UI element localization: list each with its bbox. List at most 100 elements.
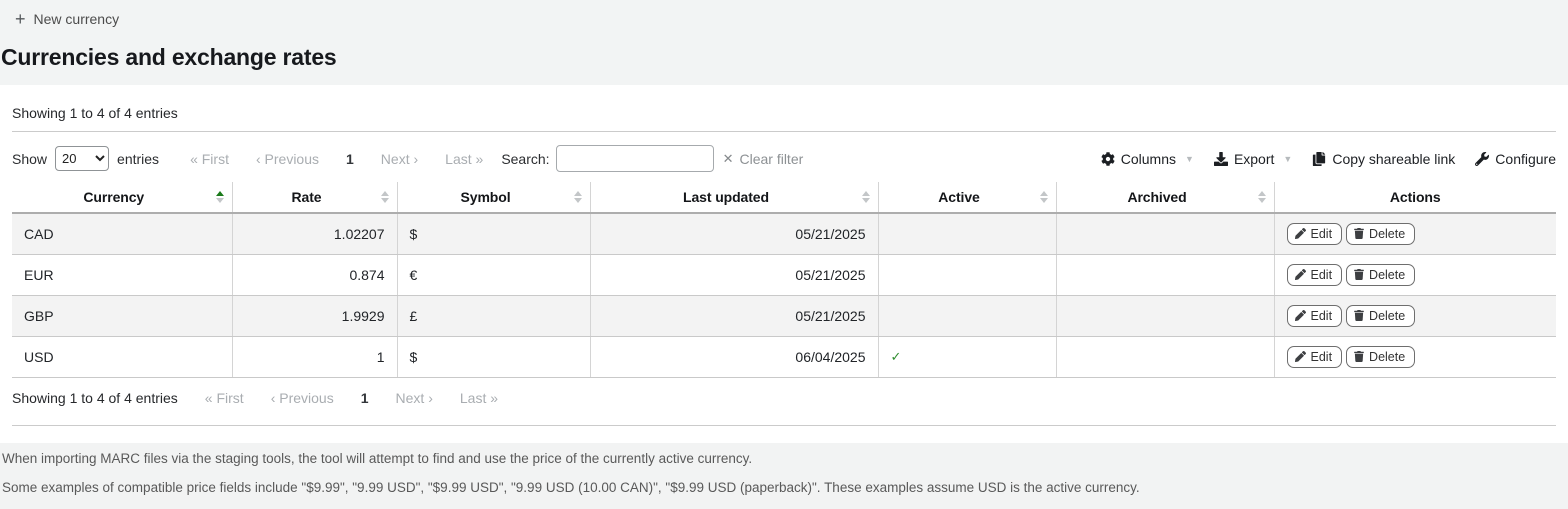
chevron-left-icon: ‹: [256, 151, 261, 167]
column-header-archived[interactable]: Archived: [1056, 182, 1274, 213]
actions-cell: Edit Delete: [1274, 254, 1556, 295]
table-row-eur: EUR 0.874 € 05/21/2025 EditDelete: [12, 254, 1556, 295]
sort-icon[interactable]: [1258, 191, 1266, 203]
table-controls: Show 20 entries « First ‹ Previous 1 Nex…: [0, 132, 1568, 182]
column-header-symbol[interactable]: Symbol: [397, 182, 590, 213]
configure-button[interactable]: Configure: [1475, 151, 1556, 167]
edit-label: Edit: [1311, 268, 1333, 282]
copy-shareable-link-button[interactable]: Copy shareable link: [1312, 151, 1455, 167]
pagination-next-button[interactable]: Next ›: [381, 151, 418, 167]
page-footer-note: When importing MARC files via the stagin…: [0, 443, 1568, 509]
pagination-current-page[interactable]: 1: [361, 390, 369, 406]
page-size-select[interactable]: 20: [55, 146, 109, 171]
search-label: Search:: [501, 151, 549, 167]
delete-button[interactable]: Delete: [1346, 305, 1415, 327]
columns-button[interactable]: Columns ▼: [1101, 151, 1194, 167]
download-icon: [1214, 152, 1228, 166]
pagination-next-button[interactable]: Next ›: [396, 390, 433, 406]
table-row-usd: USD 1 $ 06/04/2025 ✓ EditDelete: [12, 336, 1556, 377]
copy-link-label: Copy shareable link: [1332, 151, 1455, 167]
pagination-last-button[interactable]: Last »: [460, 390, 498, 406]
entries-label: entries: [117, 151, 159, 167]
edit-button[interactable]: Edit: [1287, 346, 1343, 368]
header-label: Currency: [83, 189, 144, 205]
table-footer-row: Showing 1 to 4 of 4 entries « First ‹ Pr…: [0, 378, 1568, 406]
pagination-first-button[interactable]: « First: [205, 390, 244, 406]
controls-left: Show 20 entries « First ‹ Previous 1 Nex…: [12, 145, 803, 172]
chevron-down-icon: ▼: [1185, 154, 1194, 164]
trash-icon: [1354, 269, 1364, 280]
currency-cell: CAD: [12, 213, 232, 254]
search-input[interactable]: [556, 145, 714, 172]
pencil-icon: [1295, 351, 1306, 362]
delete-button[interactable]: Delete: [1346, 223, 1415, 245]
trash-icon: [1354, 228, 1364, 239]
controls-right: Columns ▼ Export ▼ Copy shareable link C…: [1101, 151, 1556, 167]
double-chevron-right-icon: »: [476, 151, 484, 167]
archived-cell: [1056, 336, 1274, 377]
sort-icon[interactable]: [1040, 191, 1048, 203]
edit-button[interactable]: Edit: [1287, 223, 1343, 245]
edit-label: Edit: [1311, 227, 1333, 241]
sort-icon[interactable]: [862, 191, 870, 203]
trash-icon: [1354, 351, 1364, 362]
pagination-first-label: First: [216, 390, 243, 406]
delete-label: Delete: [1369, 350, 1405, 364]
table-info-bottom: Showing 1 to 4 of 4 entries: [12, 390, 178, 406]
page-size-group: Show 20 entries: [12, 146, 159, 171]
search-group: Search: ✕ Clear filter: [501, 145, 803, 172]
pagination-previous-button[interactable]: ‹ Previous: [271, 390, 334, 406]
actions-cell: Edit Delete: [1274, 213, 1556, 254]
double-chevron-right-icon: »: [490, 390, 498, 406]
sort-icon[interactable]: [574, 191, 582, 203]
table-row-cad: CAD 1.02207 $ 05/21/2025 EditDelete: [12, 213, 1556, 254]
header-label: Actions: [1390, 189, 1441, 205]
pagination-previous-button[interactable]: ‹ Previous: [256, 151, 319, 167]
sort-icon[interactable]: [381, 191, 389, 203]
pagination-bottom: « First ‹ Previous 1 Next › Last »: [205, 390, 498, 406]
archived-cell: [1056, 213, 1274, 254]
chevron-left-icon: ‹: [271, 390, 276, 406]
copy-icon: [1312, 152, 1326, 166]
rate-cell: 1: [232, 336, 397, 377]
pagination-current-page[interactable]: 1: [346, 151, 354, 167]
header-label: Active: [938, 189, 979, 205]
rate-cell: 0.874: [232, 254, 397, 295]
active-check-cell: ✓: [878, 336, 1056, 377]
delete-button[interactable]: Delete: [1346, 346, 1415, 368]
pagination-last-label: Last: [445, 151, 471, 167]
sort-ascending-icon[interactable]: [216, 191, 224, 203]
delete-button[interactable]: Delete: [1346, 264, 1415, 286]
pagination-first-button[interactable]: « First: [190, 151, 229, 167]
active-cell: [878, 295, 1056, 336]
edit-label: Edit: [1311, 350, 1333, 364]
header-label: Rate: [292, 189, 322, 205]
symbol-cell: $: [397, 336, 590, 377]
new-currency-button[interactable]: + New currency: [15, 11, 119, 27]
column-header-active[interactable]: Active: [878, 182, 1056, 213]
delete-label: Delete: [1369, 309, 1405, 323]
currencies-table: Currency Rate Symbol Last updated Active…: [12, 182, 1556, 378]
column-header-currency[interactable]: Currency: [12, 182, 232, 213]
clear-filter-button[interactable]: ✕ Clear filter: [723, 151, 804, 167]
table-header-row: Currency Rate Symbol Last updated Active…: [12, 182, 1556, 213]
symbol-cell: €: [397, 254, 590, 295]
clear-x-icon: ✕: [723, 151, 734, 167]
pencil-icon: [1295, 310, 1306, 321]
column-header-rate[interactable]: Rate: [232, 182, 397, 213]
column-header-last-updated[interactable]: Last updated: [590, 182, 878, 213]
currency-cell: EUR: [12, 254, 232, 295]
pagination-last-button[interactable]: Last »: [445, 151, 483, 167]
header-label: Symbol: [461, 189, 511, 205]
show-label: Show: [12, 151, 47, 167]
trash-icon: [1354, 310, 1364, 321]
edit-button[interactable]: Edit: [1287, 305, 1343, 327]
edit-button[interactable]: Edit: [1287, 264, 1343, 286]
double-chevron-left-icon: «: [190, 151, 198, 167]
plus-icon: +: [15, 12, 26, 26]
gear-icon: [1101, 152, 1115, 166]
actions-cell: Edit Delete: [1274, 336, 1556, 377]
rate-cell: 1.9929: [232, 295, 397, 336]
footer-line-2: Some examples of compatible price fields…: [2, 480, 1566, 496]
export-button[interactable]: Export ▼: [1214, 151, 1292, 167]
